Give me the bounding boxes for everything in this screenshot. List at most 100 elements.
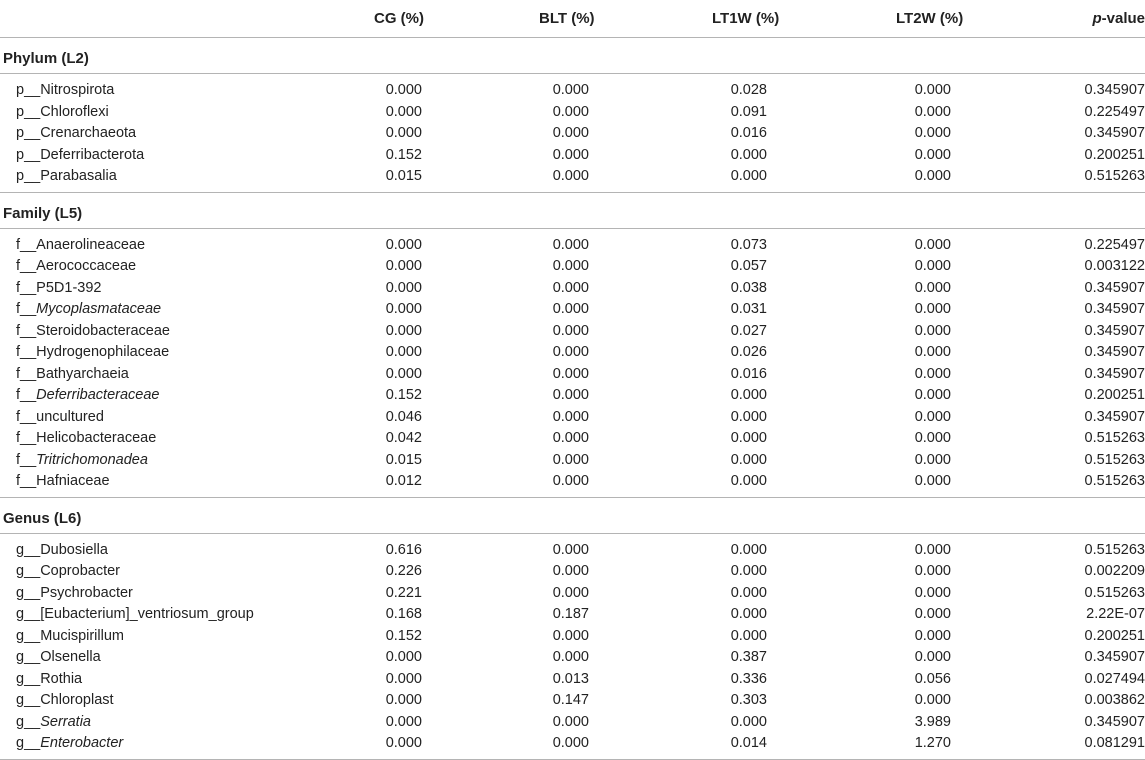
taxon-label: Parabasalia <box>40 168 117 184</box>
cell-lt1w: 0.000 <box>730 146 767 163</box>
cell-lt2w: 0.000 <box>914 387 951 403</box>
taxon-label: Enterobacter <box>40 735 124 751</box>
taxon-name: g__Serratia <box>16 714 91 730</box>
cell-p-value: 0.003122 <box>1084 258 1145 274</box>
taxon-label: uncultured <box>36 408 104 425</box>
cell-cg: 0.152 <box>385 146 422 163</box>
cell-p-value: 0.081291 <box>1084 735 1145 751</box>
cell-lt1w: 0.026 <box>730 344 767 360</box>
cell-lt1w: 0.000 <box>730 387 767 403</box>
taxon-prefix: g__ <box>16 692 41 708</box>
table-row: f__Anaerolineaceae 0.000 0.000 0.073 0.000 0.… <box>0 234 1145 256</box>
cell-lt2w: 0.000 <box>914 365 951 382</box>
cell-p-value: 0.225497 <box>1084 103 1145 120</box>
header-p-rest: -value <box>1101 10 1145 27</box>
cell-p-value: 0.225497 <box>1084 236 1145 253</box>
cell-cg: 0.046 <box>385 408 422 425</box>
taxon-label: Dubosiella <box>40 541 108 558</box>
table-row: f__Hafniaceae 0.012 0.000 0.000 0.000 0.51526… <box>0 470 1145 492</box>
taxon-label: Anaerolineaceae <box>36 236 146 253</box>
table-row: p__Crenarchaeota 0.000 0.000 0.016 0.000 0.34… <box>0 122 1145 144</box>
cell-lt2w: 0.000 <box>914 279 951 296</box>
cell-lt1w: 0.000 <box>730 584 767 601</box>
cell-blt: 0.000 <box>552 713 589 730</box>
table-row: g__Psychrobacter 0.221 0.000 0.000 0.000 0.51… <box>0 582 1145 604</box>
taxon-prefix: p__ <box>16 103 41 120</box>
cell-cg: 0.000 <box>385 301 422 317</box>
taxon-name: g__Psychrobacter <box>16 585 133 601</box>
cell-lt1w: 0.016 <box>730 365 767 382</box>
cell-p-value: 0.003862 <box>1084 692 1145 708</box>
taxon-name: p__Nitrospirota <box>16 82 114 98</box>
taxon-name: f__Steroidobacteraceae <box>16 323 170 339</box>
taxon-name: g__Olsenella <box>16 649 101 665</box>
cell-blt: 0.000 <box>552 387 589 403</box>
cell-p-value: 0.515263 <box>1084 473 1145 489</box>
cell-blt: 0.000 <box>552 584 589 601</box>
taxon-name: f__Helicobacteraceae <box>16 430 156 446</box>
taxon-prefix: g__ <box>16 627 41 644</box>
taxon-prefix: p__ <box>16 146 41 163</box>
taxon-prefix: p__ <box>16 125 41 141</box>
section-body: p__Nitrospirota 0.000 0.000 0.028 0.000 0.345… <box>0 74 1145 193</box>
cell-lt1w: 0.031 <box>730 301 767 317</box>
cell-lt2w: 3.989 <box>914 713 951 730</box>
taxon-name: f__Anaerolineaceae <box>16 237 145 253</box>
cell-cg: 0.000 <box>385 649 422 665</box>
taxon-name: p__Chloroflexi <box>16 104 109 120</box>
cell-p-value: 0.002209 <box>1084 563 1145 579</box>
cell-p-value: 0.345907 <box>1084 344 1145 360</box>
cell-lt2w: 0.000 <box>914 627 951 644</box>
cell-blt: 0.000 <box>552 103 589 120</box>
cell-cg: 0.000 <box>385 365 422 382</box>
cell-lt1w: 0.000 <box>730 168 767 184</box>
cell-cg: 0.015 <box>385 168 422 184</box>
cell-blt: 0.000 <box>552 365 589 382</box>
taxon-prefix: g__ <box>16 735 41 751</box>
cell-p-value: 0.345907 <box>1084 322 1145 339</box>
cell-blt: 0.000 <box>552 125 589 141</box>
taxon-name: g__Chloroplast <box>16 692 114 708</box>
cell-lt1w: 0.000 <box>730 563 767 579</box>
cell-lt2w: 0.000 <box>914 473 951 489</box>
cell-p-value: 0.200251 <box>1084 387 1145 403</box>
cell-blt: 0.013 <box>552 670 589 687</box>
taxon-name: f__Tritrichomonadea <box>16 452 148 468</box>
cell-p-value: 0.345907 <box>1084 125 1145 141</box>
cell-cg: 0.000 <box>385 258 422 274</box>
section-body: f__Anaerolineaceae 0.000 0.000 0.073 0.000 0.… <box>0 229 1145 498</box>
cell-p-value: 0.200251 <box>1084 627 1145 644</box>
cell-lt1w: 0.303 <box>730 692 767 708</box>
cell-lt2w: 0.000 <box>914 103 951 120</box>
cell-lt1w: 0.016 <box>730 125 767 141</box>
cell-blt: 0.000 <box>552 649 589 665</box>
taxon-prefix: g__ <box>16 649 41 665</box>
taxon-prefix: g__ <box>16 541 41 558</box>
cell-blt: 0.000 <box>552 563 589 579</box>
section-body: g__Dubosiella 0.616 0.000 0.000 0.000 0.51526… <box>0 534 1145 760</box>
cell-cg: 0.000 <box>385 82 422 98</box>
cell-p-value: 0.027494 <box>1084 670 1145 687</box>
cell-cg: 0.616 <box>385 541 422 558</box>
section-header: Family (L5) <box>0 193 1145 229</box>
cell-blt: 0.000 <box>552 408 589 425</box>
cell-cg: 0.000 <box>385 279 422 296</box>
header-p-italic: p <box>1092 10 1102 27</box>
cell-lt2w: 0.000 <box>914 146 951 163</box>
taxon-label: Rothia <box>40 670 83 687</box>
cell-cg: 0.226 <box>385 563 422 579</box>
cell-blt: 0.000 <box>552 344 589 360</box>
cell-lt1w: 0.000 <box>730 408 767 425</box>
cell-lt2w: 0.000 <box>914 168 951 184</box>
table-row: p__Chloroflexi 0.000 0.000 0.091 0.000 0.2254… <box>0 101 1145 123</box>
cell-cg: 0.012 <box>385 473 422 489</box>
cell-lt1w: 0.027 <box>730 322 767 339</box>
cell-p-value: 0.345907 <box>1084 713 1145 730</box>
taxon-name: f__uncultured <box>16 409 104 425</box>
cell-lt2w: 0.000 <box>914 563 951 579</box>
cell-lt2w: 0.000 <box>914 541 951 558</box>
taxon-label: Mucispirillum <box>40 627 124 644</box>
cell-lt1w: 0.000 <box>730 713 767 730</box>
taxon-label: Olsenella <box>40 649 101 665</box>
table-row: g__Dubosiella 0.616 0.000 0.000 0.000 0.51526… <box>0 539 1145 561</box>
